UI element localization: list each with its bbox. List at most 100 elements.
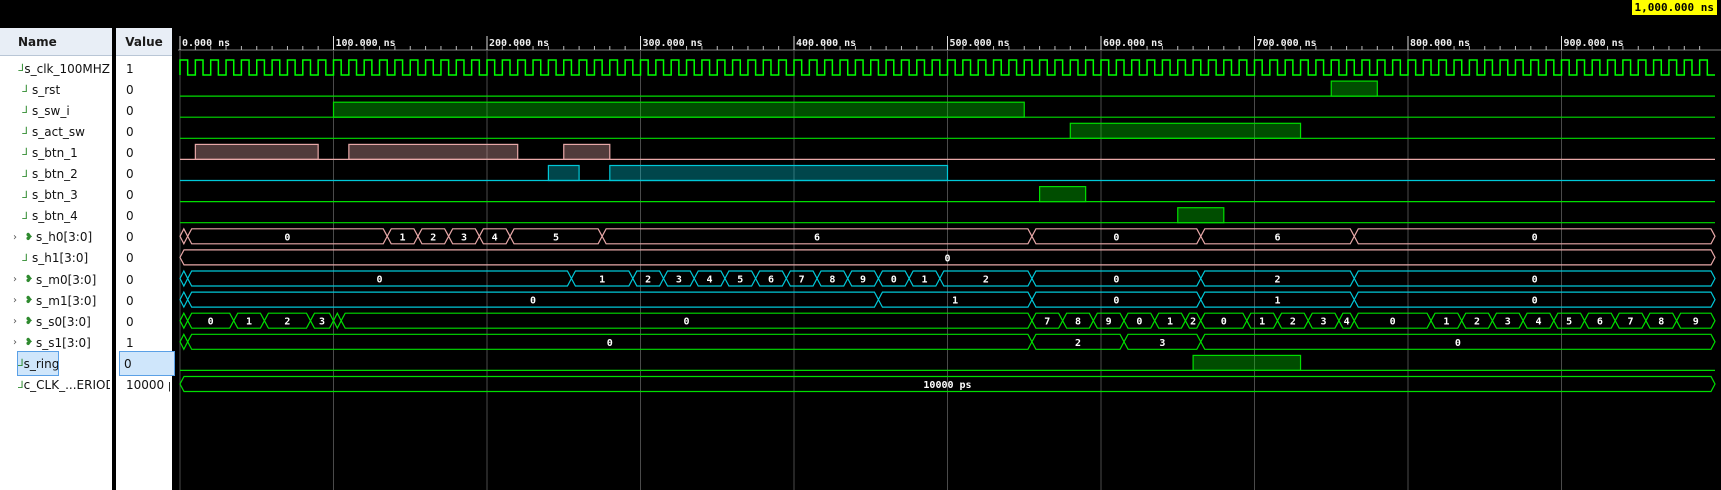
bus-signal-icon: ❥ [24, 295, 34, 307]
signal-name-row[interactable]: ⅃ s_rst [18, 78, 110, 101]
bus-value-label: 0 [684, 317, 690, 328]
signal-name: s_h0[3:0] [36, 230, 93, 245]
expand-chevron-icon[interactable]: › [8, 274, 22, 285]
time-tick-label: 900.000 ns [1564, 38, 1624, 49]
bit-high-pulse [547, 164, 580, 182]
expand-chevron-icon[interactable]: › [8, 337, 22, 348]
bus-value-label: 3 [1159, 338, 1165, 349]
bit-signal-icon: ⅃ [22, 168, 28, 180]
signal-name: s_btn_2 [32, 167, 78, 181]
time-tick-label: 200.000 ns [489, 38, 549, 49]
value-header-spacer [116, 0, 172, 28]
expand-chevron-icon[interactable]: › [8, 232, 22, 243]
time-tick-label: 800.000 ns [1410, 38, 1470, 49]
bus-value-label: 1 [952, 296, 958, 307]
signal-value: 1 [126, 335, 134, 350]
signal-value: 0 [126, 293, 134, 308]
bus-value-label: 7 [799, 275, 805, 286]
signal-name-row[interactable]: ⅃ s_btn_3 [18, 184, 110, 207]
bus-value-label: 1 [599, 275, 605, 286]
bit-high-pulse [1177, 207, 1225, 224]
bus-value-label: 8 [1658, 317, 1664, 328]
value-column-header[interactable]: Value [116, 28, 172, 56]
signal-name-row[interactable]: ⅃ s_act_sw [18, 120, 110, 143]
bus-value-label: 6 [1275, 232, 1281, 243]
signal-name: s_clk_100MHZ [24, 61, 110, 76]
bus-value-label: 0 [1532, 275, 1538, 286]
expand-chevron-icon[interactable]: › [8, 316, 22, 327]
signal-name: s_s1[3:0] [36, 335, 91, 350]
bit-high-pulse [563, 143, 611, 160]
signal-value: 0 [126, 230, 134, 245]
signal-name-row[interactable]: › ❥ s_m0[3:0] [8, 268, 110, 291]
bus-value-label: 9 [860, 275, 866, 286]
bus-value-label: 1 [921, 275, 927, 286]
signal-name-row[interactable]: › ❥ s_m1[3:0] [8, 289, 110, 312]
bit-high-pulse [1038, 186, 1087, 203]
signal-name-row[interactable]: › ❥ s_s0[3:0] [8, 310, 110, 333]
bus-value-label: 2 [645, 275, 651, 286]
bus-value-label: 6 [1597, 317, 1603, 328]
bus-value-label: 4 [707, 275, 713, 286]
bit-signal-icon: ⅃ [22, 210, 28, 222]
bus-value-label: 2 [1075, 338, 1081, 349]
signal-name: s_ring [23, 356, 58, 371]
bus-value-label: 0 [1221, 317, 1227, 328]
bus-value-label: 2 [983, 275, 989, 286]
bus-value-label: 2 [1290, 317, 1296, 328]
waveform-canvas[interactable]: 0.000 ns 100.000 ns 200.000 ns 300.000 ns 40… [178, 0, 1721, 490]
signal-name-row[interactable]: ⅃ s_h1[3:0] [18, 247, 110, 270]
signal-value: 0 [126, 272, 134, 287]
signal-name: s_rst [32, 82, 61, 97]
bus-value-label: 2 [1474, 317, 1480, 328]
time-tick-label: 400.000 ns [796, 38, 856, 49]
bit-high-pulse [194, 143, 319, 160]
bit-high-pulse [1330, 80, 1378, 97]
time-tick-label: 700.000 ns [1257, 38, 1317, 49]
bus-value-label: 0 [1113, 275, 1119, 286]
time-tick-label: 600.000 ns [1103, 38, 1163, 49]
bus-value-label: 3 [319, 317, 325, 328]
expand-chevron-icon[interactable]: › [8, 295, 22, 306]
signal-name-row[interactable]: ⅃ s_btn_2 [18, 163, 110, 186]
signal-name-row[interactable]: ⅃ s_btn_1 [18, 141, 110, 164]
waveform-row[interactable] [179, 59, 1715, 76]
bit-signal-icon: ⅃ [22, 147, 28, 159]
bus-value-label: 0 [1532, 296, 1538, 307]
bus-value-label: 1 [246, 317, 252, 328]
bus-value-label: 1 [1259, 317, 1265, 328]
signal-value: 0 [126, 124, 134, 139]
signal-name-row[interactable]: ⅃ s_sw_i [18, 99, 110, 122]
name-column-header[interactable]: Name [0, 28, 112, 56]
bus-value-label: 1 [1275, 296, 1281, 307]
signal-name-row[interactable]: ⅃ s_clk_100MHZ [18, 57, 110, 80]
signal-name-row[interactable]: ⅃ c_CLK_...ERIOD [18, 374, 110, 397]
bus-value-label: 0 [1455, 338, 1461, 349]
bus-value-label: 3 [1505, 317, 1511, 328]
signal-name-row[interactable]: ⅃ s_ring [17, 351, 59, 377]
bus-value-label: 10000 ps [923, 380, 971, 391]
bus-value-label: 7 [1044, 317, 1050, 328]
bus-value-label: 5 [737, 275, 743, 286]
signal-name-row[interactable]: ⅃ s_btn_4 [18, 205, 110, 228]
time-tick-label: 500.000 ns [950, 38, 1010, 49]
bus-signal-icon: ❥ [24, 231, 34, 243]
signal-name: s_sw_i [32, 103, 70, 118]
bus-value-label: 0 [1390, 317, 1396, 328]
bus-value-label: 6 [814, 232, 820, 243]
signal-value: 0 [126, 82, 134, 97]
cursor-time-marker[interactable]: 1,000.000 ns [1631, 0, 1717, 15]
bit-signal-icon: ⅃ [22, 252, 28, 264]
signal-value: 0 [126, 314, 134, 329]
bus-value-label: 3 [461, 232, 467, 243]
signal-name-row[interactable]: › ❥ s_s1[3:0] [8, 331, 110, 354]
bit-high-pulse [332, 101, 1025, 118]
bus-value-label: 3 [1321, 317, 1327, 328]
bit-high-pulse [609, 164, 949, 182]
bus-value-label: 6 [768, 275, 774, 286]
signal-value: 0 [126, 251, 134, 266]
bus-value-label: 0 [208, 317, 214, 328]
signal-value[interactable]: 0 [119, 351, 175, 377]
signal-name-row[interactable]: › ❥ s_h0[3:0] [8, 226, 110, 249]
bus-value-label: 0 [530, 296, 536, 307]
